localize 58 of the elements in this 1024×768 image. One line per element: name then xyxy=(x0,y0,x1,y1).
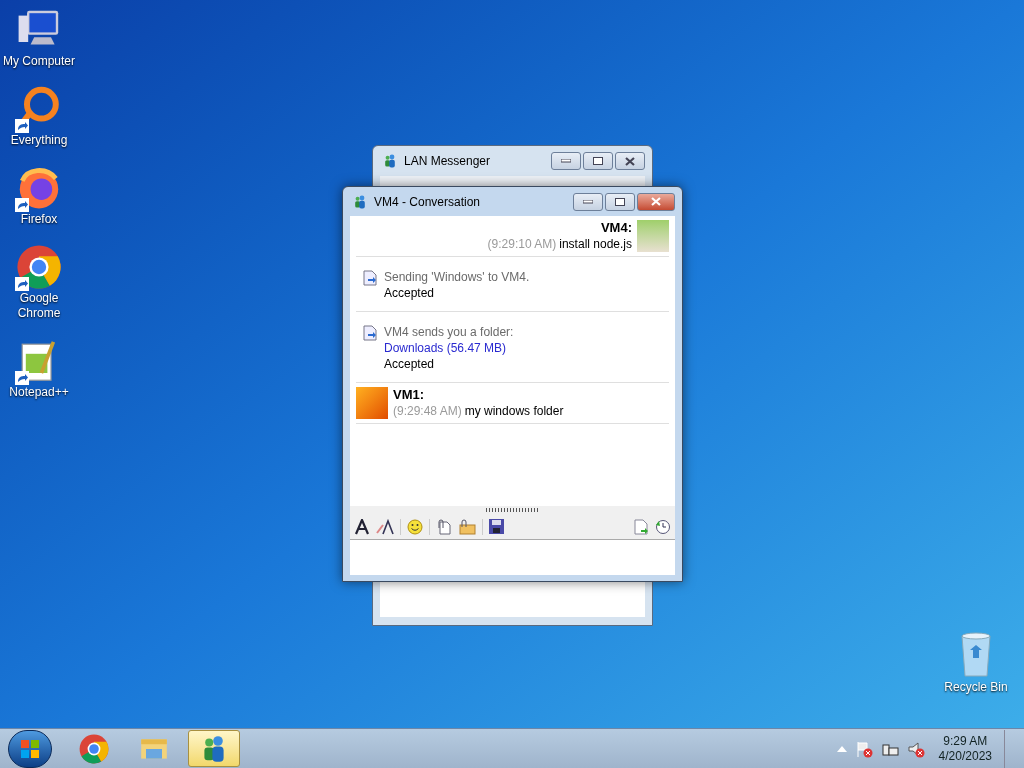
clock-time: 9:29 AM xyxy=(943,733,988,749)
font-color-icon[interactable] xyxy=(376,518,394,535)
sender-name: VM1: xyxy=(393,387,425,403)
avatar-picture xyxy=(356,387,388,419)
message-time: (9:29:48 AM) xyxy=(393,403,462,419)
maximize-button[interactable] xyxy=(605,192,635,211)
message-input-field[interactable] xyxy=(350,540,675,575)
transfer-notice: Sending 'Windows' to VM4. xyxy=(384,269,530,285)
minimize-icon xyxy=(583,199,593,204)
message-time: (9:29:10 AM) xyxy=(487,236,557,252)
maximize-button[interactable] xyxy=(583,152,613,170)
window-title: LAN Messenger xyxy=(404,153,491,170)
shortcut-arrow-icon xyxy=(15,119,29,133)
file-transfer-icon xyxy=(362,325,378,341)
clock[interactable]: 9:29 AM 4/20/2023 xyxy=(938,733,992,764)
minimize-icon xyxy=(561,159,571,163)
people-icon xyxy=(352,193,368,210)
shortcut-arrow-icon xyxy=(15,371,29,385)
shortcut-arrow-icon xyxy=(15,277,29,291)
desktop-icon-label[interactable]: My Computer xyxy=(0,54,78,69)
flag-error-icon[interactable] xyxy=(854,739,873,758)
speaker-muted-icon[interactable] xyxy=(906,739,925,758)
avatar-picture xyxy=(637,220,669,252)
desktop-icon-label[interactable]: Google Chrome xyxy=(0,291,78,321)
close-icon xyxy=(651,197,661,206)
transfer-status: Accepted xyxy=(384,356,436,372)
sender-name: VM4: xyxy=(600,220,632,236)
maximize-icon xyxy=(593,157,603,165)
chrome-icon xyxy=(15,243,63,291)
transfer-notice: VM4 sends you a folder: xyxy=(384,324,514,340)
close-icon xyxy=(625,156,635,166)
close-button[interactable] xyxy=(615,152,645,170)
window-title: VM4 - Conversation xyxy=(374,193,481,211)
folder-link[interactable]: Downloads (56.47 MB) xyxy=(384,340,514,356)
shortcut-arrow-icon xyxy=(15,198,29,212)
attach-folder-icon[interactable] xyxy=(458,518,476,535)
send-file-icon[interactable] xyxy=(633,518,649,535)
smiley-icon[interactable] xyxy=(407,518,423,535)
history-icon[interactable] xyxy=(655,518,671,535)
desktop-icon-label[interactable]: Notepad++ xyxy=(0,385,78,400)
people-icon xyxy=(382,153,398,169)
close-button[interactable] xyxy=(637,192,675,211)
file-transfer-icon xyxy=(362,270,378,286)
desktop-icon-label[interactable]: Everything xyxy=(0,133,78,148)
font-icon[interactable] xyxy=(354,518,370,535)
attach-file-icon[interactable] xyxy=(436,518,452,535)
maximize-icon xyxy=(615,197,625,206)
windows-logo-icon xyxy=(20,738,40,759)
save-icon[interactable] xyxy=(489,519,504,534)
start-button[interactable] xyxy=(8,729,52,768)
message-text: install node.js xyxy=(559,236,632,252)
splitter-grip[interactable] xyxy=(350,506,675,514)
message-text: my windows folder xyxy=(464,403,564,419)
desktop-icon-label[interactable]: Firefox xyxy=(0,212,78,227)
taskbar-button[interactable] xyxy=(188,730,240,767)
clock-date: 4/20/2023 xyxy=(938,748,992,764)
transfer-status: Accepted xyxy=(384,285,436,301)
chrome-icon xyxy=(78,732,110,765)
